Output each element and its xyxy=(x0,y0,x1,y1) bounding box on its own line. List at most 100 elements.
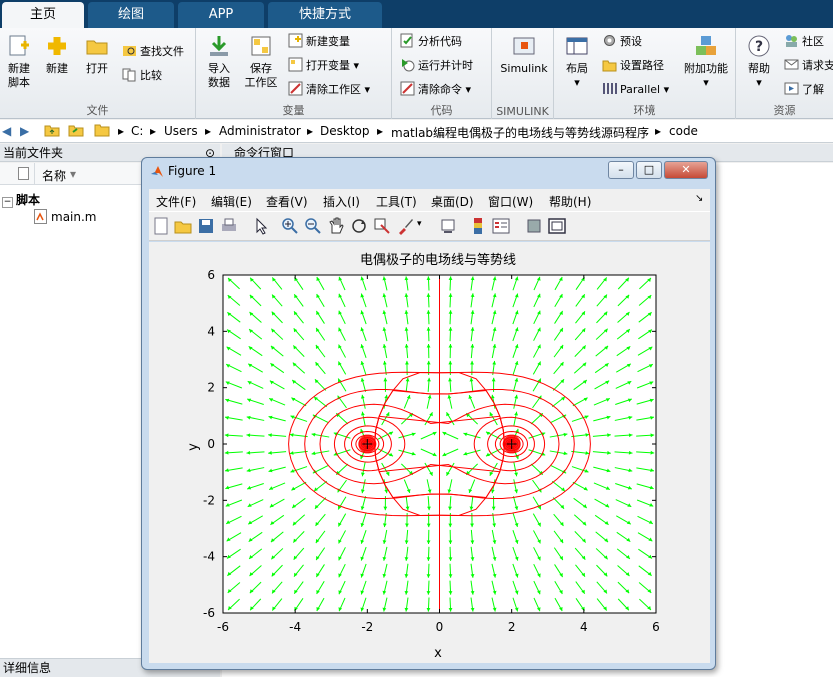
pan-icon[interactable] xyxy=(327,217,345,235)
set-path-button[interactable]: 设置路径 xyxy=(602,56,664,76)
file-group-scripts[interactable]: − 脚本 xyxy=(0,191,40,208)
menu-tools[interactable]: 工具(T) xyxy=(376,193,417,210)
new-icon xyxy=(45,34,69,58)
tab-plots[interactable]: 绘图 xyxy=(88,2,174,28)
menu-edit[interactable]: 编辑(E) xyxy=(211,193,252,210)
menu-file[interactable]: 文件(F) xyxy=(156,193,196,210)
parallel-button[interactable]: Parallel ▾ xyxy=(602,80,669,100)
close-button[interactable]: ✕ xyxy=(664,161,708,179)
breadcrumb-separator-icon: ▸ xyxy=(205,124,212,138)
dipole-field-plot[interactable]: 电偶极子的电场线与等势线 -6 -4 -2 0 2 4 6 -6 -4 -2 0 2 4 6 x y xyxy=(149,242,710,663)
layout-button[interactable]: 布局 ▾ xyxy=(558,34,596,90)
figure-title: Figure 1 xyxy=(168,164,217,178)
run-and-time-button[interactable]: 运行并计时 xyxy=(400,56,473,76)
preferences-button[interactable]: 预设 xyxy=(602,32,642,52)
request-support-button[interactable]: 请求支 xyxy=(784,56,833,76)
browse-folder-icon[interactable] xyxy=(68,122,84,141)
breadcrumb-code[interactable]: code xyxy=(669,124,698,138)
clear-workspace-label: 清除工作区 xyxy=(306,83,361,96)
brush-icon[interactable] xyxy=(397,217,415,235)
chart-title: 电偶极子的电场线与等势线 xyxy=(360,252,516,268)
rotate-3d-icon[interactable] xyxy=(350,217,368,235)
menu-window[interactable]: 窗口(W) xyxy=(488,193,533,210)
print-icon[interactable] xyxy=(220,217,238,235)
breadcrumb-project-folder[interactable]: matlab编程电偶极子的电场线与等势线源码程序 xyxy=(391,124,649,141)
group-file-label: 文件 xyxy=(86,104,109,117)
folder-icon xyxy=(94,122,110,141)
menu-desktop[interactable]: 桌面(D) xyxy=(431,193,474,210)
y-axis-label: y xyxy=(186,443,201,451)
layout-label: 布局 xyxy=(566,62,588,75)
breadcrumb-separator-icon: ▸ xyxy=(150,124,157,138)
compare-button[interactable]: 比较 xyxy=(122,66,162,86)
edit-plot-icon[interactable] xyxy=(252,217,270,235)
learn-button[interactable]: 了解 xyxy=(784,80,824,100)
tab-home[interactable]: 主页 xyxy=(2,2,84,28)
simulink-button[interactable]: Simulink xyxy=(496,34,552,76)
file-item-main[interactable]: main.m xyxy=(34,209,97,227)
group-variable-label: 变量 xyxy=(282,104,305,117)
brush-dropdown-icon[interactable]: ▾ xyxy=(417,219,435,237)
breadcrumb-separator-icon: ▸ xyxy=(118,124,125,138)
zoom-out-icon[interactable] xyxy=(304,217,322,235)
zoom-in-icon[interactable] xyxy=(281,217,299,235)
request-support-icon xyxy=(784,57,799,72)
up-folder-icon[interactable] xyxy=(44,122,60,141)
maximize-button[interactable]: □ xyxy=(636,161,662,179)
sort-arrow-icon[interactable]: ▾ xyxy=(70,167,76,181)
new-figure-icon[interactable] xyxy=(152,217,170,235)
clear-commands-button[interactable]: 清除命令 ▾ xyxy=(400,80,471,100)
name-column-header[interactable]: 名称 xyxy=(42,167,66,184)
menu-help[interactable]: 帮助(H) xyxy=(549,193,591,210)
import-data-button[interactable]: 导入 数据 xyxy=(200,34,238,90)
breadcrumb-administrator[interactable]: Administrator xyxy=(219,124,301,138)
clear-workspace-button[interactable]: 清除工作区 ▾ xyxy=(288,80,370,100)
preferences-label: 预设 xyxy=(620,35,642,48)
new-script-button[interactable]: 新建 脚本 xyxy=(0,34,38,90)
file-item-name: main.m xyxy=(51,210,97,224)
forward-arrow-icon[interactable]: ▶ xyxy=(20,124,29,138)
help-button[interactable]: ? 帮助 ▾ xyxy=(740,34,778,90)
new-variable-button[interactable]: 新建变量 xyxy=(288,32,350,52)
breadcrumb-users[interactable]: Users xyxy=(164,124,198,138)
tab-apps[interactable]: APP xyxy=(178,2,264,28)
simulink-icon xyxy=(512,34,536,58)
address-bar[interactable]: ◀ ▶ ▸ C: ▸ Users ▸ Administrator ▸ Deskt… xyxy=(0,120,833,143)
file-type-column-icon xyxy=(18,167,29,183)
find-files-button[interactable]: 查找文件 xyxy=(122,42,184,62)
colorbar-icon[interactable] xyxy=(469,217,487,235)
gear-icon xyxy=(602,33,617,48)
link-plot-icon[interactable] xyxy=(439,217,457,235)
open-variable-button[interactable]: 打开变量 ▾ xyxy=(288,56,359,76)
back-arrow-icon[interactable]: ◀ xyxy=(2,124,11,138)
collapse-icon[interactable]: − xyxy=(2,197,13,208)
open-file-icon[interactable] xyxy=(174,217,192,235)
analyze-code-button[interactable]: 分析代码 xyxy=(400,32,462,52)
community-button[interactable]: 社区 xyxy=(784,32,824,52)
open-variable-label: 打开变量 xyxy=(306,59,350,72)
breadcrumb-c[interactable]: C: xyxy=(131,124,143,138)
new-button[interactable]: 新建 xyxy=(38,34,76,76)
addons-icon xyxy=(694,34,718,58)
menu-insert[interactable]: 插入(I) xyxy=(323,193,360,210)
y-tick-label: -4 xyxy=(203,550,215,564)
addons-button[interactable]: 附加功能 ▾ xyxy=(678,34,734,90)
data-cursor-icon[interactable] xyxy=(373,217,391,235)
new-variable-icon xyxy=(288,33,303,48)
menu-dock-icon[interactable]: ↘ xyxy=(695,193,703,204)
save-icon[interactable] xyxy=(197,217,215,235)
hide-plot-tools-icon[interactable] xyxy=(525,217,543,235)
show-plot-tools-icon[interactable] xyxy=(548,217,566,235)
minimize-button[interactable]: – xyxy=(608,161,634,179)
save-workspace-button[interactable]: 保存 工作区 xyxy=(242,34,280,90)
open-button[interactable]: 打开 xyxy=(78,34,116,76)
breadcrumb-desktop[interactable]: Desktop xyxy=(320,124,370,138)
x-tick-label: 0 xyxy=(436,620,444,634)
figure-canvas: 电偶极子的电场线与等势线 -6 -4 -2 0 2 4 6 -6 -4 -2 0 2 4 6 x y xyxy=(149,242,710,663)
menu-view[interactable]: 查看(V) xyxy=(266,193,308,210)
simulink-label: Simulink xyxy=(500,62,548,75)
legend-icon[interactable] xyxy=(492,217,510,235)
parallel-label: Parallel xyxy=(620,83,661,96)
tab-shortcuts[interactable]: 快捷方式 xyxy=(268,2,382,28)
group-variable: 导入 数据 保存 工作区 新建变量 打开变量 ▾ 清除工作区 ▾ 变量 xyxy=(196,28,392,119)
